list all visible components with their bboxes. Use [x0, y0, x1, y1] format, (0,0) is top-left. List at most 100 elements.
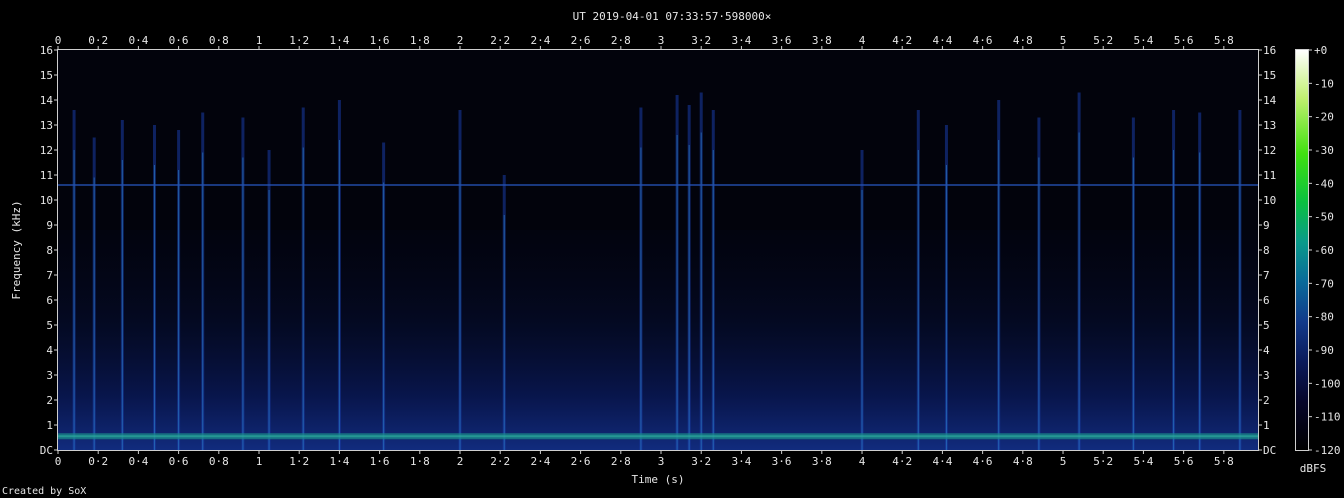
x-tick-label-top: 5: [1060, 34, 1067, 47]
y-tick-label-right: 7: [1263, 269, 1270, 282]
colorbar-tick-label: -80: [1314, 311, 1334, 324]
y-tick-label-left: 11: [40, 169, 53, 182]
x-tick-label-bottom: 5·8: [1214, 455, 1234, 468]
y-ticks-right: DC12345678910111213141516: [1258, 44, 1277, 457]
y-tick-label-right: 3: [1263, 369, 1270, 382]
x-tick-label-top: 5·8: [1214, 34, 1234, 47]
x-tick-label-top: 0·2: [88, 34, 108, 47]
y-tick-label-right: 13: [1263, 119, 1276, 132]
colorbar-tick-label: -40: [1314, 177, 1334, 190]
colorbar-tick-label: -120: [1314, 444, 1341, 457]
y-tick-label-left: 16: [40, 44, 53, 57]
impulse-core: [712, 150, 714, 450]
colorbar-tick-label: -50: [1314, 211, 1334, 224]
y-tick-label-right: 2: [1263, 394, 1270, 407]
x-tick-label-top: 2·2: [490, 34, 510, 47]
colorbar-tick-label: -10: [1314, 77, 1334, 90]
impulse-core: [153, 165, 155, 450]
x-axis-label: Time (s): [632, 473, 685, 486]
colorbar-tick-label: +0: [1314, 44, 1327, 57]
x-tick-label-top: 3·6: [772, 34, 792, 47]
colorbar-tick-label: -70: [1314, 277, 1334, 290]
carrier-line: [58, 184, 1258, 186]
x-tick-label-bottom: 5·4: [1133, 455, 1153, 468]
y-tick-label-right: 10: [1263, 194, 1276, 207]
y-tick-label-right: 14: [1263, 94, 1277, 107]
y-tick-label-right: 12: [1263, 144, 1276, 157]
y-tick-label-right: 6: [1263, 294, 1270, 307]
y-tick-label-right: 15: [1263, 69, 1276, 82]
y-tick-label-left: 13: [40, 119, 53, 132]
impulse-core: [676, 135, 678, 450]
impulse-core: [202, 152, 204, 450]
y-ticks-left: DC12345678910111213141516: [40, 44, 58, 457]
impulse-core: [242, 157, 244, 450]
colorbar-label: dBFS: [1300, 462, 1327, 475]
x-tick-label-bottom: 5·6: [1174, 455, 1194, 468]
x-ticks-bottom: 0 0·2 0·4 0·6 0·8 1 1·2 1·4 1·6 1·8 2 2·2 2·4 2·6 2·8 3…: [55, 450, 1234, 468]
colorbar-tick-label: -60: [1314, 244, 1334, 257]
x-tick-label-top: 4·4: [932, 34, 952, 47]
x-tick-label-top: 1·4: [329, 34, 349, 47]
y-tick-label-right: 1: [1263, 419, 1270, 432]
x-tick-label-bottom: 5: [1060, 455, 1067, 468]
x-tick-label-bottom: 0·2: [88, 455, 108, 468]
impulse-core: [73, 150, 75, 450]
x-tick-label-top: 1·2: [289, 34, 309, 47]
spectrogram-figure: UT 2019-04-01 07:33:57·598000× 0 0·2 0·4 0·…: [2, 10, 1341, 497]
impulse-core: [178, 170, 180, 450]
x-ticks-top: 0 0·2 0·4 0·6 0·8 1 1·2 1·4 1·6 1·8 2 2·2 2·4 2·6 2·8 3…: [55, 34, 1234, 50]
colorbar-tick-label: -20: [1314, 111, 1334, 124]
impulse-core: [1173, 150, 1175, 450]
x-tick-label-top: 2·6: [571, 34, 591, 47]
x-tick-label-top: 4: [859, 34, 866, 47]
x-tick-label-bottom: 1: [256, 455, 263, 468]
x-tick-label-bottom: 1·6: [370, 455, 390, 468]
x-tick-label-bottom: 5·2: [1093, 455, 1113, 468]
impulse-core: [1199, 152, 1201, 450]
colorbar-tick-label: -90: [1314, 344, 1334, 357]
colorbar: [1296, 50, 1308, 450]
y-tick-label-left: 1: [46, 419, 53, 432]
y-tick-label-right: 5: [1263, 319, 1270, 332]
hum-band-core: [58, 435, 1258, 438]
y-tick-label-left: 12: [40, 144, 53, 157]
y-tick-label-left: 9: [46, 219, 53, 232]
y-tick-label-left: 6: [46, 294, 53, 307]
x-tick-label-top: 4·2: [892, 34, 912, 47]
impulse-core: [121, 160, 123, 450]
x-tick-label-bottom: 4·6: [973, 455, 993, 468]
x-tick-label-bottom: 4: [859, 455, 866, 468]
x-tick-label-top: 0·4: [128, 34, 148, 47]
y-tick-label-right: 11: [1263, 169, 1276, 182]
y-tick-label-left: 8: [46, 244, 53, 257]
impulse-core: [640, 147, 642, 450]
x-tick-label-top: 0: [55, 34, 62, 47]
x-tick-label-top: 3: [658, 34, 665, 47]
x-tick-label-top: 2·4: [530, 34, 550, 47]
x-tick-label-bottom: 2·4: [530, 455, 550, 468]
x-tick-label-top: 1·8: [410, 34, 430, 47]
x-tick-label-top: 4·8: [1013, 34, 1033, 47]
impulse-core: [459, 150, 461, 450]
x-tick-label-top: 5·2: [1093, 34, 1113, 47]
impulse-core: [1078, 132, 1080, 450]
impulse-core: [1038, 157, 1040, 450]
y-tick-label-left: 2: [46, 394, 53, 407]
y-tick-label-left: 4: [46, 344, 53, 357]
x-tick-label-bottom: 1·2: [289, 455, 309, 468]
y-tick-label-right: 4: [1263, 344, 1270, 357]
x-tick-label-bottom: 3: [658, 455, 665, 468]
x-tick-label-bottom: 4·8: [1013, 455, 1033, 468]
colorbar-tick-label: -110: [1314, 411, 1341, 424]
x-tick-label-bottom: 0: [55, 455, 62, 468]
x-tick-label-bottom: 0·6: [169, 455, 189, 468]
x-tick-label-top: 5·6: [1174, 34, 1194, 47]
y-tick-label-left: 15: [40, 69, 53, 82]
impulse-core: [383, 182, 385, 450]
x-tick-label-top: 1: [256, 34, 263, 47]
x-tick-label-top: 1·6: [370, 34, 390, 47]
impulse-core: [268, 190, 270, 450]
y-tick-label-left: 3: [46, 369, 53, 382]
x-tick-label-bottom: 2·8: [611, 455, 631, 468]
